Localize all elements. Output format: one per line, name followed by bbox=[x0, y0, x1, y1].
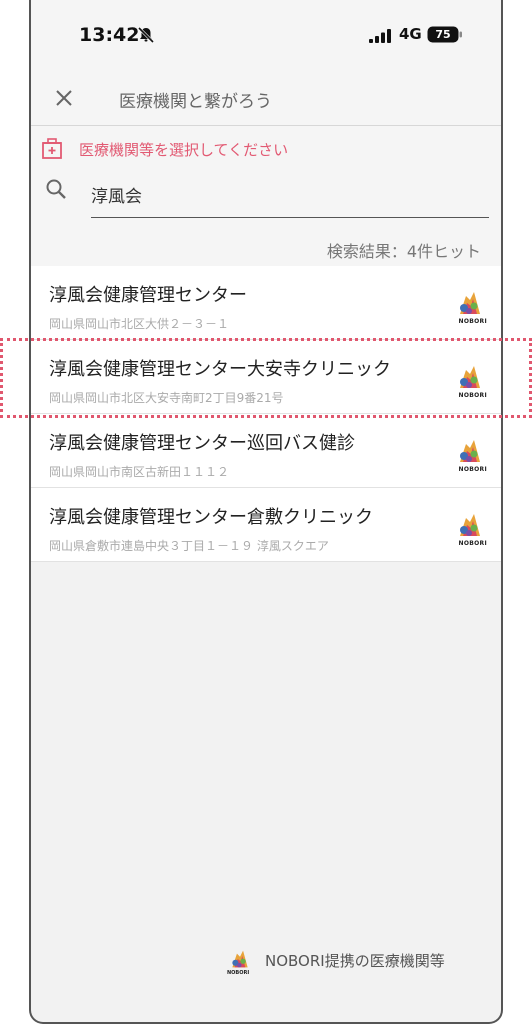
nobori-logo-text: NOBORI bbox=[227, 970, 250, 976]
result-item-4[interactable]: 淳風会健康管理センター倉敷クリニック 岡山県倉敷市連島中央３丁目１－１９ 淳風ス… bbox=[31, 488, 501, 562]
nobori-logo-text: NOBORI bbox=[458, 540, 487, 547]
footer: NOBORI NOBORI提携の医療機関等 bbox=[31, 940, 501, 980]
nobori-logo-text: NOBORI bbox=[458, 466, 487, 473]
nobori-logo-text: NOBORI bbox=[458, 392, 487, 399]
results-list: 淳風会健康管理センター 岡山県岡山市北区大供２－３－１ NOBORI 淳風会健康… bbox=[31, 266, 501, 562]
status-time: 13:42 bbox=[79, 24, 140, 46]
page-title: 医療機関と繋がろう bbox=[119, 92, 272, 112]
phone-frame: 13:42 4G 75 医療機関と繋がろう 医療機関等を選択してください 淳風会… bbox=[29, 0, 503, 1024]
bell-off-icon bbox=[137, 26, 155, 44]
footer-label: NOBORI提携の医療機関等 bbox=[265, 952, 445, 970]
nobori-logo-icon bbox=[460, 292, 480, 314]
nobori-logo-text: NOBORI bbox=[458, 318, 487, 325]
app-header: 医療機関と繋がろう bbox=[31, 70, 501, 126]
nobori-logo-icon bbox=[460, 514, 480, 536]
result-name: 淳風会健康管理センター倉敷クリニック bbox=[49, 507, 373, 528]
result-address: 岡山県岡山市北区大供２－３－１ bbox=[49, 317, 230, 331]
result-item-1[interactable]: 淳風会健康管理センター 岡山県岡山市北区大供２－３－１ NOBORI bbox=[31, 266, 501, 340]
result-item-2[interactable]: 淳風会健康管理センター大安寺クリニック 岡山県岡山市北区大安寺南町2丁目9番21… bbox=[31, 340, 501, 414]
result-item-3[interactable]: 淳風会健康管理センター巡回バス健診 岡山県岡山市南区古新田１１１２ NOBORI bbox=[31, 414, 501, 488]
search-panel: 医療機関等を選択してください 検索結果：4件ヒット bbox=[31, 126, 501, 266]
search-input[interactable] bbox=[91, 172, 489, 218]
signal-icon bbox=[369, 29, 391, 43]
search-icon bbox=[46, 179, 66, 199]
close-icon[interactable] bbox=[53, 87, 75, 109]
result-address: 岡山県倉敷市連島中央３丁目１－１９ 淳風スクエア bbox=[49, 539, 329, 553]
result-name: 淳風会健康管理センター大安寺クリニック bbox=[49, 359, 391, 380]
status-bar: 13:42 4G 75 bbox=[31, 0, 501, 70]
result-name: 淳風会健康管理センター bbox=[49, 285, 247, 306]
result-name: 淳風会健康管理センター巡回バス健診 bbox=[49, 433, 355, 454]
nobori-logo-icon bbox=[460, 366, 480, 388]
result-address: 岡山県岡山市北区大安寺南町2丁目9番21号 bbox=[49, 391, 284, 405]
hospital-icon bbox=[42, 138, 62, 159]
selection-hint: 医療機関等を選択してください bbox=[79, 141, 289, 159]
nobori-logo-icon bbox=[460, 440, 480, 462]
network-type: 4G bbox=[399, 25, 422, 43]
nobori-logo-icon bbox=[232, 950, 248, 968]
result-address: 岡山県岡山市南区古新田１１１２ bbox=[49, 465, 230, 479]
result-count: 検索結果：4件ヒット bbox=[326, 242, 481, 261]
battery-level: 75 bbox=[435, 28, 451, 41]
